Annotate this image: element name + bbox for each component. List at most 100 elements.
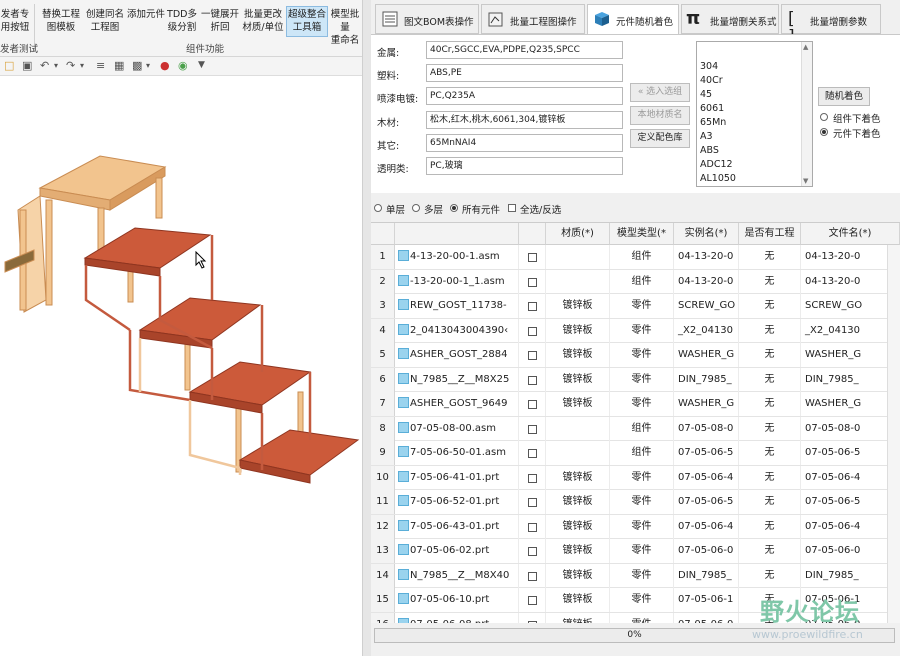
stop-icon[interactable]: ● <box>160 59 170 72</box>
table-row[interactable]: 12 7-05-06-43-01.prt 镀锌板 零件 07-05-06-4 无 07-05… <box>371 514 900 539</box>
row-checkbox[interactable] <box>528 326 537 336</box>
column-header-check[interactable] <box>519 223 546 245</box>
expand-collapse-button[interactable]: 一键展开 折回 <box>199 8 241 34</box>
table-row[interactable]: 10 7-05-06-41-01.prt 镀锌板 零件 07-05-06-4 无 07-05… <box>371 465 900 490</box>
row-checkbox[interactable] <box>528 375 537 385</box>
row-checkbox[interactable] <box>528 424 537 434</box>
color-by-part-radio[interactable] <box>820 128 828 136</box>
open-folder-icon[interactable]: □ <box>4 59 14 72</box>
customize-dropdown-icon[interactable]: ▼ <box>198 60 205 70</box>
column-header-material[interactable]: 材质(*) <box>546 223 610 245</box>
define-color-library-button[interactable]: 定义配色库 <box>630 129 690 148</box>
check-cell[interactable] <box>519 318 546 343</box>
table-row[interactable]: 7 ASHER_GOST_9649 镀锌板 零件 WASHER_G 无 WASHER_G <box>371 392 900 417</box>
multi-level-radio[interactable] <box>412 204 420 212</box>
row-checkbox[interactable] <box>528 277 537 287</box>
row-checkbox[interactable] <box>528 351 537 360</box>
batch-rename-button[interactable]: 模型批量 重命名 <box>328 8 362 47</box>
paint-plating-input[interactable]: PC,Q235A <box>426 87 623 105</box>
add-component-button[interactable]: 添加元件 <box>126 8 166 21</box>
table-scrollbar[interactable] <box>887 245 900 623</box>
undo-icon[interactable]: ↶ <box>40 59 49 72</box>
row-checkbox[interactable] <box>528 498 537 507</box>
table-row[interactable]: 14 N_7985__Z__M8X40 镀锌板 零件 DIN_7985_ 无 DIN_798… <box>371 563 900 588</box>
table-row[interactable]: 6 N_7985__Z__M8X25 镀锌板 零件 DIN_7985_ 无 DIN_7985… <box>371 367 900 392</box>
row-checkbox[interactable] <box>528 596 537 605</box>
tab-relations[interactable]: π 批量增删关系式 <box>681 4 779 34</box>
settings-icon[interactable]: ▩ <box>132 59 142 72</box>
list-item[interactable]: ADC12 <box>700 159 733 170</box>
table-row[interactable]: 9 7-05-06-50-01.asm 组件 07-05-06-5 无 07-05-06-… <box>371 441 900 466</box>
list-item[interactable]: 40Cr <box>700 75 723 86</box>
material-list-scrollbar[interactable]: ▲ ▼ <box>801 42 812 186</box>
check-cell[interactable] <box>519 563 546 588</box>
scroll-down-arrow-icon[interactable]: ▼ <box>803 177 808 185</box>
dev-button[interactable]: 发者专 用按钮 <box>0 8 30 34</box>
scroll-up-arrow-icon[interactable]: ▲ <box>803 43 808 51</box>
table-row[interactable]: 3 REW_GOST_11738- 镀锌板 零件 SCREW_GO 无 SCREW_GO <box>371 294 900 319</box>
settings-dropdown-icon[interactable]: ▾ <box>146 61 150 70</box>
row-checkbox[interactable] <box>528 522 537 532</box>
undo-dropdown-icon[interactable]: ▾ <box>54 61 58 70</box>
batch-material-button[interactable]: 批量更改 材质/单位 <box>241 8 285 34</box>
list-item[interactable]: 304 <box>700 61 718 72</box>
redo-dropdown-icon[interactable]: ▾ <box>80 61 84 70</box>
check-cell[interactable] <box>519 392 546 416</box>
check-cell[interactable] <box>519 465 546 490</box>
column-header-index[interactable] <box>371 223 395 245</box>
redo-icon[interactable]: ↷ <box>66 59 75 72</box>
select-into-group-button[interactable]: « 选入选组 <box>630 83 690 102</box>
replace-drawing-template-button[interactable]: 替换工程 图模板 <box>40 8 82 34</box>
table-row[interactable]: 4 2_0413043004390‹ 镀锌板 零件 _X2_04130 无 _X2_0413… <box>371 318 900 343</box>
wood-input[interactable]: 松木,红木,桃木,6061,304,镀锌板 <box>426 111 623 129</box>
row-checkbox[interactable] <box>528 302 537 311</box>
check-cell[interactable] <box>519 367 546 392</box>
transparent-input[interactable]: PC,玻璃 <box>426 157 623 175</box>
table-row[interactable]: 11 7-05-06-52-01.prt 镀锌板 零件 07-05-06-5 无 07-05… <box>371 490 900 515</box>
select-all-checkbox[interactable] <box>508 204 516 212</box>
check-cell[interactable] <box>519 269 546 294</box>
row-checkbox[interactable] <box>528 400 537 409</box>
window-icon[interactable]: ▦ <box>114 59 124 72</box>
check-cell[interactable] <box>519 490 546 514</box>
list-item[interactable]: A3 <box>700 131 713 142</box>
column-header-model-type[interactable]: 模型类型(* <box>610 223 674 245</box>
row-checkbox[interactable] <box>528 253 537 262</box>
other-input[interactable]: 65MnNAI4 <box>426 134 623 152</box>
plastic-input[interactable]: ABS,PE <box>426 64 623 82</box>
check-cell[interactable] <box>519 514 546 539</box>
check-cell[interactable] <box>519 294 546 318</box>
check-cell[interactable] <box>519 416 546 441</box>
table-row[interactable]: 13 07-05-06-02.prt 镀锌板 零件 07-05-06-0 无 07-05-0… <box>371 539 900 564</box>
material-list[interactable]: 304 40Cr 45 6061 65Mn A3 ABS ADC12 AL105… <box>696 41 813 187</box>
create-same-name-drawing-button[interactable]: 创建同名 工程图 <box>84 8 126 34</box>
single-level-radio[interactable] <box>374 204 382 212</box>
column-header-filename[interactable]: 文件名(*) <box>801 223 900 245</box>
list-item[interactable]: 65Mn <box>700 117 726 128</box>
check-cell[interactable] <box>519 441 546 465</box>
column-header-file[interactable] <box>395 223 519 245</box>
row-checkbox[interactable] <box>528 620 537 623</box>
tab-bom[interactable]: 图文BOM表操作 <box>375 4 479 34</box>
super-toolbox-button[interactable]: 超级整合 工具箱 <box>286 6 328 37</box>
color-by-component-radio[interactable] <box>820 113 828 121</box>
sphere-icon[interactable]: ◉ <box>178 59 188 72</box>
tab-random-color[interactable]: 元件随机着色 <box>587 4 679 36</box>
row-checkbox[interactable] <box>528 547 537 556</box>
regenerate-icon[interactable]: ≡ <box>96 59 105 72</box>
check-cell[interactable] <box>519 539 546 563</box>
random-color-button[interactable]: 随机着色 <box>818 87 870 106</box>
row-checkbox[interactable] <box>528 473 537 483</box>
check-cell[interactable] <box>519 245 546 269</box>
list-item[interactable]: ABS <box>700 145 719 156</box>
list-item[interactable]: 6061 <box>700 103 724 114</box>
column-header-has-drawing[interactable]: 是否有工程 <box>739 223 801 245</box>
local-material-button[interactable]: 本地材质名 <box>630 106 690 125</box>
row-checkbox[interactable] <box>528 449 537 458</box>
table-row[interactable]: 1 4-13-20-00-1.asm 组件 04-13-20-0 无 04-13-20-0 <box>371 245 900 270</box>
model-viewport[interactable] <box>0 76 362 656</box>
metal-input[interactable]: 40Cr,SGCC,EVA,PDPE,Q235,SPCC <box>426 41 623 59</box>
check-cell[interactable] <box>519 588 546 612</box>
tdd-split-button[interactable]: TDD多 级分割 <box>166 8 198 34</box>
column-header-instance[interactable]: 实例名(*) <box>674 223 739 245</box>
